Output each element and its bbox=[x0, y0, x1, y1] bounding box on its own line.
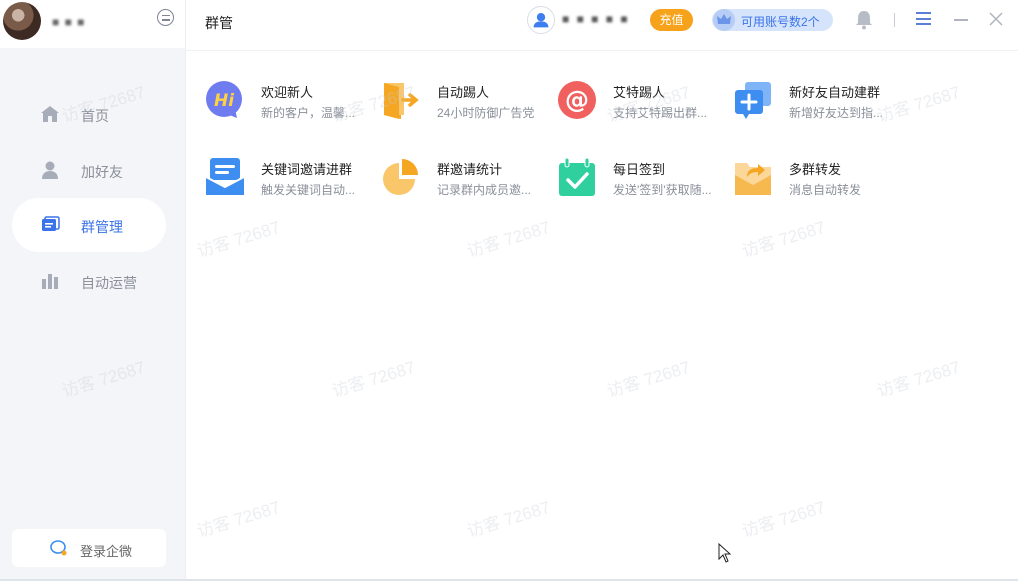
available-accounts-label: 可用账号数2个 bbox=[741, 15, 820, 29]
recharge-button[interactable]: 充值 bbox=[650, 9, 693, 31]
feature-grid: Hi 欢迎新人 新的客户，温馨... 自动踢人 24小时防御广告党 @ 艾特踢人… bbox=[186, 50, 1018, 581]
tile-desc: 新增好友达到指... bbox=[789, 106, 884, 120]
tile-name: 关键词邀请进群 bbox=[261, 162, 353, 177]
tile-desc: 记录群内成员邀... bbox=[437, 183, 532, 197]
user-icon bbox=[42, 161, 58, 179]
tile-invite-stats[interactable]: 群邀请统计 记录群内成员邀... bbox=[381, 153, 551, 203]
sidebar-item-label: 首页 bbox=[81, 108, 109, 124]
bar-chart-icon bbox=[42, 274, 58, 289]
keyword-invite-icon bbox=[205, 158, 245, 195]
sidebar-item-auto-ops[interactable]: 自动运营 bbox=[12, 254, 166, 308]
login-wecom-label: 登录企微 bbox=[80, 544, 133, 559]
switch-icon[interactable] bbox=[157, 9, 174, 26]
calendar-check-icon bbox=[559, 157, 595, 196]
tile-name: 每日签到 bbox=[613, 162, 666, 177]
sidebar-item-label: 加好友 bbox=[81, 164, 123, 180]
menu-icon[interactable] bbox=[916, 12, 931, 25]
tile-name: 新好友自动建群 bbox=[789, 85, 881, 100]
tile-auto-kick[interactable]: 自动踢人 24小时防御广告党 bbox=[381, 76, 551, 126]
tile-name: 艾特踢人 bbox=[613, 85, 666, 100]
sidebar-item-group-manage[interactable]: 群管理 bbox=[12, 198, 166, 252]
tile-desc: 新的客户，温馨... bbox=[261, 106, 356, 120]
sidebar: ■ ■ ■ 首页 加好友 群管理 自动运营 登录企微 bbox=[0, 0, 186, 581]
tile-at-kick[interactable]: @ 艾特踢人 支持艾特踢出群... bbox=[557, 76, 727, 126]
tile-desc: 消息自动转发 bbox=[789, 183, 862, 197]
tile-new-friend-auto-group[interactable]: 新好友自动建群 新增好友达到指... bbox=[733, 76, 903, 126]
sidebar-item-add-friend[interactable]: 加好友 bbox=[12, 143, 166, 197]
mouse-cursor-icon bbox=[718, 543, 732, 563]
home-icon bbox=[41, 106, 59, 122]
tile-name: 多群转发 bbox=[789, 162, 842, 177]
avatar[interactable] bbox=[3, 2, 41, 40]
tile-name: 欢迎新人 bbox=[261, 85, 314, 100]
exit-door-icon bbox=[384, 83, 419, 119]
group-manage-icon bbox=[42, 216, 60, 231]
username: ■ ■ ■ bbox=[52, 15, 86, 29]
hi-icon: Hi bbox=[206, 81, 242, 118]
tile-daily-checkin[interactable]: 每日签到 发送'签到'获取随... bbox=[557, 153, 727, 203]
tile-desc: 发送'签到'获取随... bbox=[613, 183, 712, 197]
bell-icon[interactable] bbox=[855, 10, 873, 30]
tile-desc: 触发关键词自动... bbox=[261, 183, 356, 197]
close-icon[interactable] bbox=[989, 12, 1003, 26]
available-accounts-badge[interactable]: 可用账号数2个 bbox=[712, 9, 833, 31]
sidebar-header: ■ ■ ■ bbox=[0, 0, 185, 48]
forward-folder-icon bbox=[735, 163, 771, 195]
header-divider bbox=[894, 13, 895, 27]
tile-multi-group-forward[interactable]: 多群转发 消息自动转发 bbox=[733, 153, 903, 203]
tile-keyword-invite[interactable]: 关键词邀请进群 触发关键词自动... bbox=[205, 153, 375, 203]
crown-icon bbox=[713, 9, 735, 31]
minimize-icon[interactable] bbox=[954, 19, 968, 21]
tile-desc: 支持艾特踢出群... bbox=[613, 106, 708, 120]
tile-name: 群邀请统计 bbox=[437, 162, 503, 177]
page-title: 群管 bbox=[205, 15, 233, 31]
svg-text:Hi: Hi bbox=[214, 91, 235, 111]
svg-text:@: @ bbox=[565, 86, 589, 114]
at-icon: @ bbox=[558, 81, 596, 119]
tile-welcome-newcomer[interactable]: Hi 欢迎新人 新的客户，温馨... bbox=[205, 76, 375, 126]
wecom-icon bbox=[50, 540, 67, 556]
new-group-icon bbox=[735, 82, 771, 119]
sidebar-item-label: 自动运营 bbox=[81, 275, 137, 291]
sidebar-item-home[interactable]: 首页 bbox=[12, 87, 166, 141]
tile-name: 自动踢人 bbox=[437, 85, 490, 100]
pie-chart-icon bbox=[383, 159, 418, 195]
sidebar-item-label: 群管理 bbox=[81, 219, 123, 235]
topbar: 群管 ■ ■ ■ ■ ■ 充值 可用账号数2个 bbox=[186, 0, 1018, 44]
tile-desc: 24小时防御广告党 bbox=[437, 106, 535, 120]
account-name: ■ ■ ■ ■ ■ bbox=[562, 12, 630, 26]
user-avatar-icon[interactable] bbox=[527, 6, 555, 34]
login-wecom-button[interactable]: 登录企微 bbox=[12, 529, 166, 567]
